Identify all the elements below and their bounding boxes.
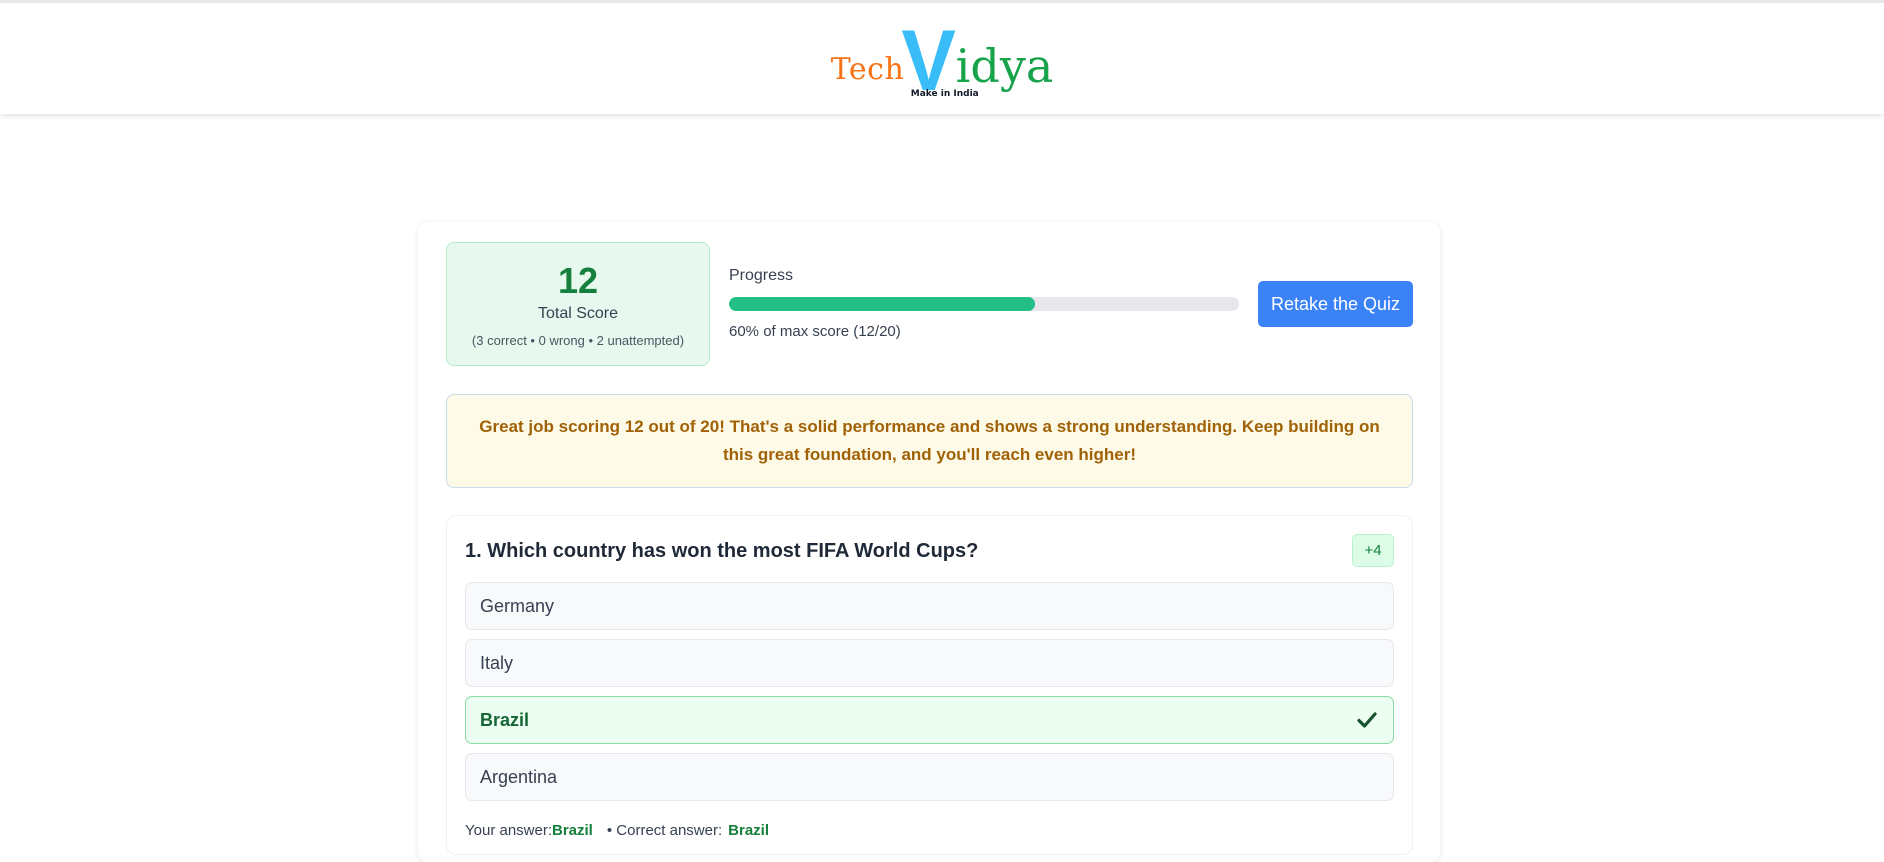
quiz-result-card: 12 Total Score (3 correct • 0 wrong • 2 … bbox=[418, 222, 1440, 862]
progress-label: Progress bbox=[729, 267, 794, 284]
your-answer-label: Your answer: bbox=[465, 822, 552, 839]
option-brazil[interactable]: Brazil bbox=[465, 696, 1394, 744]
option-argentina[interactable]: Argentina bbox=[465, 753, 1394, 801]
progress-bar-fill bbox=[729, 297, 1035, 311]
score-detail: (3 correct • 0 wrong • 2 unattempted) bbox=[471, 333, 685, 348]
logo-text-tech: Tech bbox=[830, 51, 905, 87]
your-answer-value: Brazil bbox=[552, 822, 593, 839]
check-icon bbox=[1357, 712, 1377, 728]
retake-quiz-button[interactable]: Retake the Quiz bbox=[1258, 281, 1413, 327]
progress-bar bbox=[729, 297, 1239, 311]
logo-tagline: Make in India bbox=[910, 88, 979, 99]
option-label: Italy bbox=[480, 652, 514, 673]
option-label: Brazil bbox=[480, 709, 530, 730]
option-italy[interactable]: Italy bbox=[465, 639, 1394, 687]
score-value: 12 bbox=[557, 260, 599, 301]
question-card: 1. Which country has won the most FIFA W… bbox=[446, 515, 1413, 855]
techvidya-logo[interactable]: Tech V idya Make in India bbox=[830, 18, 1054, 104]
points-badge: +4 bbox=[1352, 534, 1394, 567]
progress-text: 60% of max score (12/20) bbox=[729, 323, 901, 340]
answer-summary: Your answer:Brazil • Correct answer: Brazi… bbox=[465, 822, 769, 839]
question-title: 1. Which country has won the most FIFA W… bbox=[465, 540, 979, 562]
options-list: Germany Italy Brazil Argentina bbox=[465, 582, 1394, 810]
progress-section: Progress 60% of max score (12/20) bbox=[729, 267, 1239, 340]
option-germany[interactable]: Germany bbox=[465, 582, 1394, 630]
correct-answer-label: • Correct answer: bbox=[606, 822, 723, 839]
total-score-box: 12 Total Score (3 correct • 0 wrong • 2 … bbox=[446, 242, 710, 366]
score-label: Total Score bbox=[537, 305, 619, 322]
site-header: Tech V idya Make in India bbox=[0, 0, 1884, 114]
logo-text-idya: idya bbox=[955, 38, 1054, 93]
correct-answer-value: Brazil bbox=[728, 822, 770, 839]
option-label: Argentina bbox=[480, 766, 558, 787]
option-label: Germany bbox=[480, 595, 555, 616]
feedback-message: Great job scoring 12 out of 20! That's a… bbox=[446, 394, 1413, 488]
